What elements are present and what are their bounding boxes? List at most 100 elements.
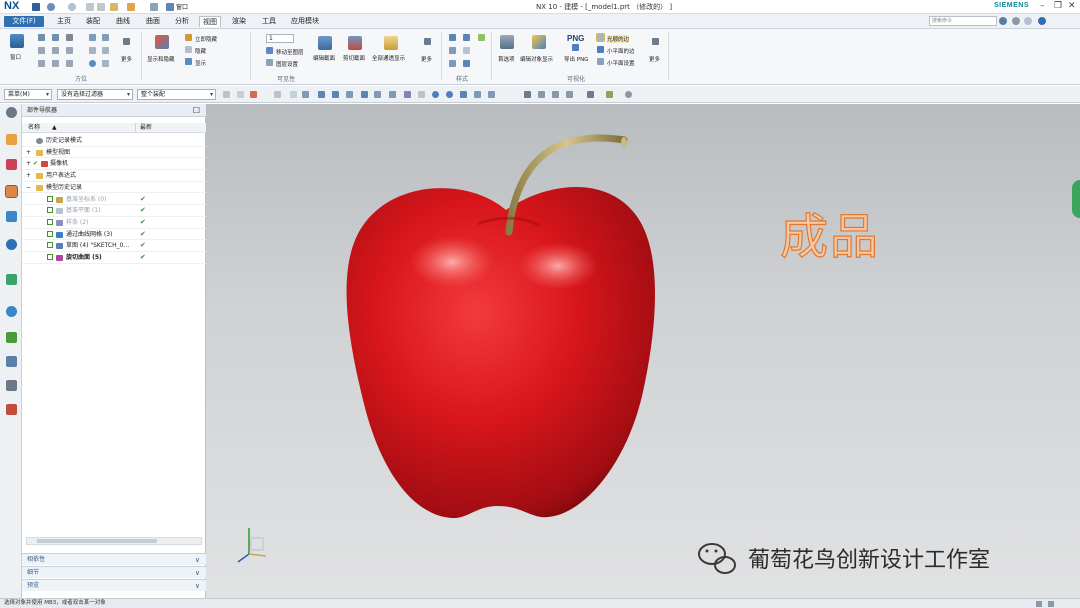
small-flat-facets-label[interactable]: 小平面的边 <box>607 47 635 55</box>
render-dropdown-icon[interactable] <box>587 91 594 98</box>
tab-render[interactable]: 渲染 <box>229 16 249 27</box>
preview-panel[interactable]: 预览 ∨ <box>22 579 206 591</box>
edit-object-display-label[interactable]: 编辑对象显示 <box>520 55 553 63</box>
constraint-navigator-icon[interactable] <box>6 159 17 170</box>
layer-dropdown-icon[interactable] <box>566 91 573 98</box>
apple-model[interactable] <box>206 104 1080 598</box>
assembly-navigator-icon[interactable] <box>6 134 17 145</box>
undo-icon[interactable] <box>47 3 55 11</box>
style-wire-hidden-icon[interactable] <box>449 47 456 54</box>
more-visibility-icon[interactable] <box>424 38 431 45</box>
side-badge[interactable] <box>1072 180 1080 218</box>
column-latest[interactable]: 最新 <box>140 123 152 133</box>
pole-icon[interactable] <box>460 91 467 98</box>
full-transparent-icon[interactable] <box>384 36 398 50</box>
intersection-icon[interactable] <box>332 91 339 98</box>
table-row[interactable]: 基准坐标系 (0) ✔ <box>22 194 206 206</box>
more-visualization-icon[interactable] <box>652 38 659 45</box>
style-studio-icon[interactable] <box>478 34 485 41</box>
style-shaded-edges-icon[interactable] <box>449 34 456 41</box>
tab-view[interactable]: 视图 <box>199 16 221 27</box>
menu-dropdown[interactable]: 菜单(M) ▾ <box>4 89 52 100</box>
show-label[interactable]: 显示 <box>195 59 206 67</box>
refresh-icon[interactable] <box>89 60 96 67</box>
expand-icon[interactable]: + <box>26 170 31 181</box>
settings-icon[interactable] <box>1012 17 1020 25</box>
center-snap-icon[interactable] <box>432 91 439 98</box>
preferences-label[interactable]: 首选项 <box>498 55 515 63</box>
window-switch-icon[interactable] <box>166 3 174 11</box>
quadrant-icon[interactable] <box>361 91 368 98</box>
touch-mode-icon[interactable] <box>150 3 158 11</box>
visibility-checkbox[interactable] <box>47 242 53 249</box>
face-point-icon[interactable] <box>418 91 425 98</box>
style-shaded-icon[interactable] <box>463 34 470 41</box>
show-icon[interactable] <box>185 58 192 65</box>
layer-settings-icon[interactable] <box>266 59 273 66</box>
edit-section-label[interactable]: 编辑截面 <box>313 54 335 62</box>
minimize-button[interactable]: – <box>1040 1 1045 11</box>
selection-scope-dropdown[interactable]: 整个装配 ▾ <box>137 89 216 100</box>
visibility-checkbox[interactable] <box>47 254 53 260</box>
reuse-library-icon[interactable] <box>6 211 17 222</box>
scrollbar-thumb[interactable] <box>37 539 157 543</box>
table-row[interactable]: 基准平面 (1) ✔ <box>22 205 206 217</box>
part-navigator-icon[interactable] <box>5 185 18 198</box>
on-curve-icon[interactable] <box>474 91 481 98</box>
small-flat-facets-icon[interactable] <box>597 46 604 53</box>
view-tools-icon[interactable] <box>524 91 531 98</box>
list-item[interactable]: + 用户表达式 <box>22 170 206 182</box>
graphics-window[interactable]: 成品 葡萄花鸟创新设计工作室 <box>206 104 1080 598</box>
existing-point-icon[interactable] <box>374 91 381 98</box>
wcs-dropdown-icon[interactable] <box>606 91 613 98</box>
details-panel[interactable]: 细节 ∨ <box>22 566 206 578</box>
dependencies-panel[interactable]: 相依性 ∨ <box>22 553 206 565</box>
bottom-view-icon[interactable] <box>38 60 45 67</box>
visibility-checkbox[interactable] <box>47 230 53 237</box>
more-orient-label[interactable]: 更多 <box>121 55 132 63</box>
front-view-icon[interactable] <box>66 34 73 41</box>
snap-point-icon[interactable] <box>250 91 257 98</box>
panel-maximize-icon[interactable]: ☐ <box>193 104 200 117</box>
pin-icon[interactable] <box>1024 17 1032 25</box>
process-studio-icon[interactable] <box>6 332 17 343</box>
midpoint-icon[interactable] <box>302 91 309 98</box>
list-item[interactable]: + 模型视图 <box>22 147 206 159</box>
snap-view-icon[interactable] <box>538 91 545 98</box>
close-button[interactable]: ✕ <box>1068 1 1076 11</box>
point-on-curve-icon[interactable] <box>274 91 281 98</box>
search-icon[interactable] <box>999 17 1007 25</box>
export-png-label[interactable]: 导出 PNG <box>564 55 588 63</box>
tab-file[interactable]: 文件(F) <box>4 16 44 27</box>
restore-button[interactable]: ❐ <box>1054 1 1062 11</box>
tab-assembly[interactable]: 装配 <box>83 16 103 27</box>
expand-icon[interactable]: + <box>26 158 31 169</box>
tab-surface[interactable]: 曲面 <box>143 16 163 27</box>
settings-gear-icon[interactable] <box>6 107 17 118</box>
more-orient-icon[interactable] <box>123 38 130 45</box>
horizontal-scrollbar[interactable] <box>26 537 202 545</box>
type-filter-dropdown[interactable]: 没有选择过滤器 ▾ <box>57 89 133 100</box>
table-row[interactable]: 旋切曲面 (5) ✔ <box>22 252 206 264</box>
work-layer-dropdown[interactable]: 1 <box>266 34 294 43</box>
window-menu-label[interactable]: 窗口 <box>176 2 188 11</box>
wireframe-icon[interactable] <box>102 34 109 41</box>
list-item[interactable]: − 模型历史记录 <box>22 182 206 194</box>
tab-curve[interactable]: 曲线 <box>113 16 133 27</box>
zoom-icon[interactable] <box>52 34 59 41</box>
endpoint-icon[interactable] <box>290 91 297 98</box>
clip-section-icon[interactable] <box>348 36 362 50</box>
sphere-dropdown-icon[interactable] <box>625 91 632 98</box>
visibility-checkbox[interactable] <box>47 218 53 225</box>
bounded-grid-icon[interactable] <box>446 91 453 98</box>
table-row[interactable]: 通过曲线网格 (3) ✔ <box>22 229 206 241</box>
window-icon[interactable] <box>10 34 24 48</box>
style-face-analysis-icon[interactable] <box>463 60 470 67</box>
full-transparent-label[interactable]: 全部通透显示 <box>372 54 405 62</box>
list-item[interactable]: + ✔ 摄像机 <box>22 158 206 171</box>
immediate-hide-icon[interactable] <box>185 34 192 41</box>
select-all-icon[interactable] <box>223 91 230 98</box>
shaded-icon[interactable] <box>89 34 96 41</box>
visibility-checkbox[interactable] <box>47 195 53 202</box>
copy-icon[interactable] <box>97 3 105 11</box>
